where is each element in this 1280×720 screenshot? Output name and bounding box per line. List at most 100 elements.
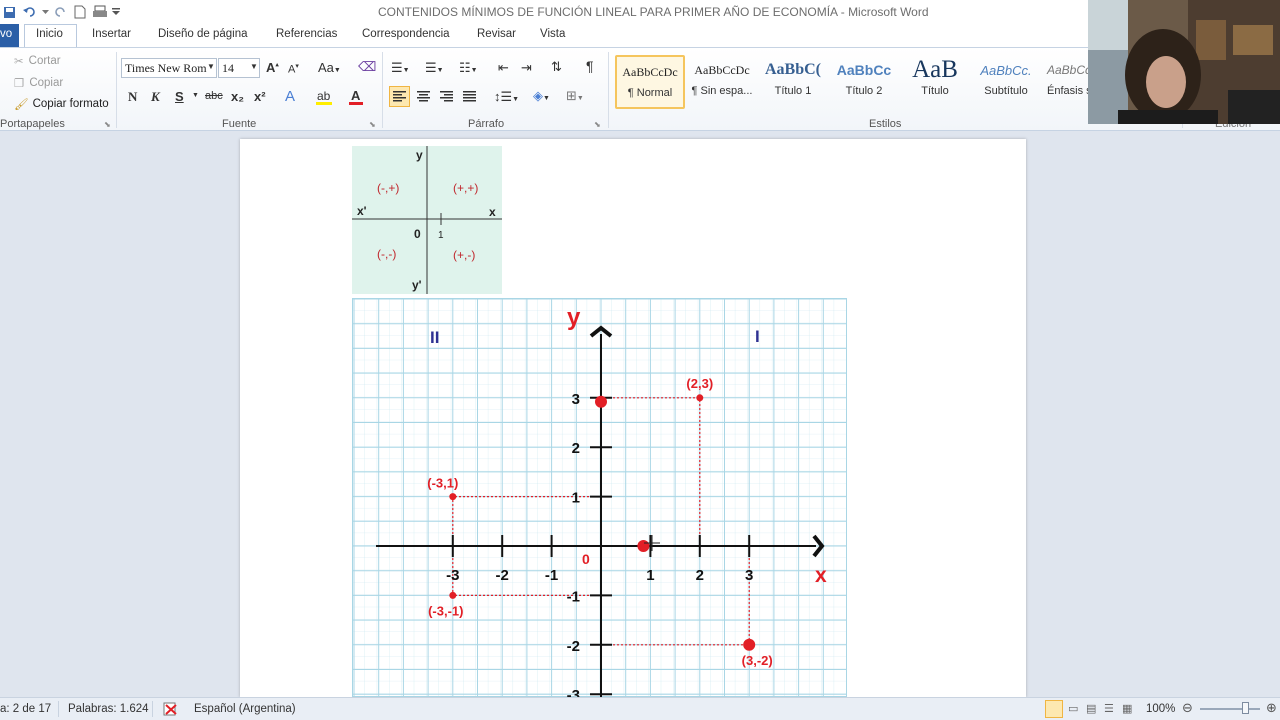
copy-icon: ❐ <box>14 78 25 90</box>
word-count[interactable]: Palabras: 1.624 <box>68 703 149 715</box>
dialog-launcher-icon[interactable]: ⬊ <box>104 120 111 129</box>
numbering-icon[interactable]: ☰▼ <box>425 60 444 76</box>
origin-label: 0 <box>582 551 590 567</box>
x-tick-label: 3 <box>745 567 753 584</box>
justify-button[interactable] <box>460 87 479 109</box>
save-icon[interactable] <box>0 3 20 21</box>
clear-formatting-icon[interactable]: ⌫ <box>358 59 376 75</box>
outline-view-icon[interactable]: ☰ <box>1104 702 1114 715</box>
style-titulo-1[interactable]: AaBbC( Título 1 <box>758 55 828 109</box>
proofing-icon[interactable] <box>162 701 180 720</box>
customize-qat-icon[interactable] <box>110 3 122 21</box>
line-spacing-icon[interactable]: ↕☰▼ <box>494 89 519 105</box>
style-name: ¶ Sin espa... <box>691 85 753 97</box>
shading-icon[interactable]: ◈▼ <box>533 88 550 104</box>
data-point <box>449 493 457 501</box>
point-label: (-3,1) <box>427 476 458 491</box>
chevron-down-icon[interactable]: ▼ <box>207 62 215 71</box>
style-enfasis-sutil[interactable]: AaBbCc Énfasis s <box>1042 55 1088 109</box>
style-titulo-2[interactable]: AaBbCc Título 2 <box>829 55 899 109</box>
font-family-select[interactable]: Times New Rom <box>121 58 217 78</box>
undo-dropdown-icon[interactable] <box>40 3 50 21</box>
borders-icon[interactable]: ⊞▼ <box>566 88 584 104</box>
change-case-icon[interactable]: Aa▼ <box>318 60 341 75</box>
bold-button[interactable]: N <box>128 89 137 105</box>
redo-icon[interactable] <box>50 3 70 21</box>
zoom-slider-track[interactable] <box>1200 708 1260 710</box>
tab-insertar[interactable]: Insertar <box>92 28 131 40</box>
zoom-out-icon[interactable]: ⊖ <box>1182 700 1193 716</box>
cut-label: Cortar <box>28 55 61 67</box>
style-subtitulo[interactable]: AaBbCc. Subtítulo <box>971 55 1041 109</box>
multilevel-list-icon[interactable]: ☷▼ <box>459 60 478 76</box>
font-color-icon[interactable]: A <box>348 88 364 109</box>
quadrant-i-label: I <box>755 327 760 346</box>
align-right-button[interactable] <box>437 87 456 109</box>
sort-icon[interactable]: ⇅ <box>551 59 562 75</box>
group-label-font: Fuente <box>222 118 257 130</box>
tab-correspondencia[interactable]: Correspondencia <box>362 28 450 40</box>
tab-inicio[interactable]: Inicio <box>36 28 63 40</box>
full-screen-reading-icon[interactable]: ▭ <box>1068 702 1078 715</box>
underline-button[interactable]: S <box>175 89 184 104</box>
page-count[interactable]: a: 2 de 17 <box>0 703 51 715</box>
undo-icon[interactable] <box>20 3 40 21</box>
x-prime-label: x' <box>357 204 367 218</box>
font-size-value: 14 <box>222 61 234 75</box>
x-axis-label: x <box>815 564 827 587</box>
italic-button[interactable]: K <box>151 89 160 105</box>
status-separator <box>152 701 153 717</box>
svg-text:ab: ab <box>317 89 331 103</box>
tab-revisar[interactable]: Revisar <box>477 28 516 40</box>
style-normal[interactable]: AaBbCcDc ¶ Normal <box>615 55 685 109</box>
decrease-indent-icon[interactable]: ⇤ <box>498 60 509 76</box>
format-painter-button[interactable]: 🖌 Copiar formato <box>14 97 109 111</box>
print-icon[interactable] <box>90 3 110 21</box>
style-sin-espaciado[interactable]: AaBbCcDc ¶ Sin espa... <box>687 55 757 109</box>
subscript-button[interactable]: x₂ <box>231 89 244 104</box>
zoom-level[interactable]: 100% <box>1146 703 1175 715</box>
y-tick-label: 3 <box>572 391 580 408</box>
copy-button[interactable]: ❐ Copiar <box>14 76 63 90</box>
style-name: ¶ Normal <box>627 87 673 99</box>
style-titulo[interactable]: AaB Título <box>900 55 970 109</box>
tab-vista[interactable]: Vista <box>540 28 565 40</box>
draft-view-icon[interactable]: ▦ <box>1122 702 1132 715</box>
style-sample: AaBbCcDc <box>694 62 750 77</box>
y-prime-label: y' <box>412 278 422 292</box>
text-effects-icon[interactable]: A <box>285 88 295 105</box>
quadrant-ii-label: II <box>430 328 439 347</box>
point-label: (-3,-1) <box>428 603 463 618</box>
underline-dropdown-icon[interactable]: ▼ <box>192 92 199 99</box>
quadrant-sign-label: (+,+) <box>453 181 478 195</box>
grow-font-icon[interactable]: A▴ <box>266 60 279 75</box>
strikethrough-button[interactable]: abc <box>205 90 223 102</box>
web-layout-icon[interactable]: ▤ <box>1086 702 1096 715</box>
style-name: Título 2 <box>845 85 883 97</box>
language-indicator[interactable]: Español (Argentina) <box>194 703 296 715</box>
svg-text:A: A <box>351 88 361 103</box>
increase-indent-icon[interactable]: ⇥ <box>521 60 532 76</box>
webcam-overlay <box>1088 0 1280 124</box>
new-document-icon[interactable] <box>70 3 90 21</box>
superscript-button[interactable]: x² <box>254 89 266 104</box>
shrink-font-icon[interactable]: A▾ <box>288 62 299 76</box>
tab-referencias[interactable]: Referencias <box>276 28 337 40</box>
align-center-button[interactable] <box>414 87 433 109</box>
style-name: Título 1 <box>774 85 812 97</box>
bullets-icon[interactable]: ☰▼ <box>391 60 410 76</box>
dialog-launcher-icon[interactable]: ⬊ <box>369 120 376 129</box>
style-name: Título <box>921 85 949 97</box>
cut-button[interactable]: ✂ Cortar <box>14 54 61 68</box>
zoom-in-icon[interactable]: ⊕ <box>1266 700 1277 716</box>
print-layout-view-icon[interactable] <box>1045 700 1063 718</box>
y-tick-label: -2 <box>567 638 580 655</box>
highlight-icon[interactable]: ab <box>315 88 333 109</box>
zoom-slider-thumb[interactable] <box>1242 702 1249 714</box>
align-center-icon <box>417 91 430 102</box>
tab-diseno-pagina[interactable]: Diseño de página <box>158 28 248 40</box>
chevron-down-icon[interactable]: ▼ <box>250 62 258 71</box>
dialog-launcher-icon[interactable]: ⬊ <box>594 120 601 129</box>
show-formatting-icon[interactable]: ¶ <box>586 58 594 74</box>
align-left-button[interactable] <box>389 86 410 107</box>
